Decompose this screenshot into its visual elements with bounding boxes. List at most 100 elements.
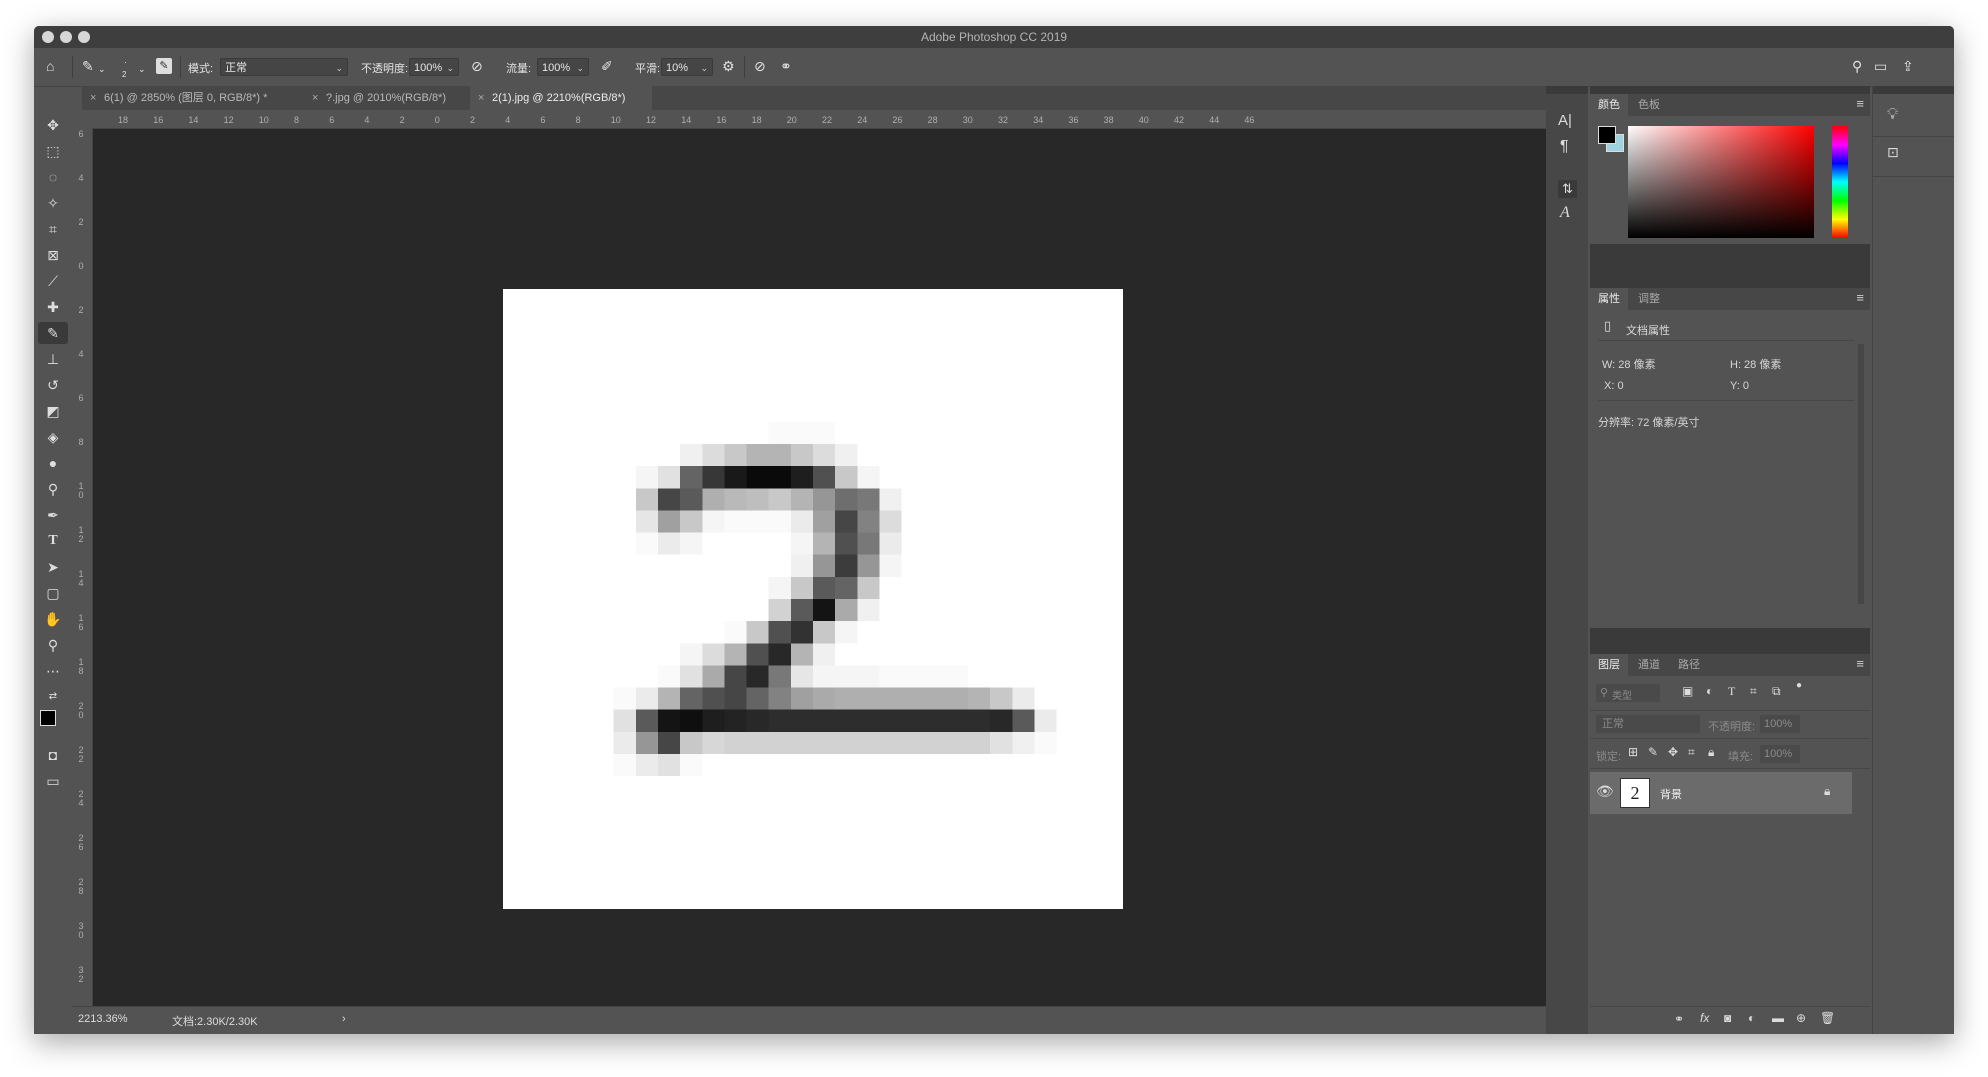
move-tool-icon[interactable]: ✥	[38, 114, 68, 136]
smoothing-field[interactable]: 10% ⌄	[661, 58, 713, 76]
blend-mode-select[interactable]: 正常	[1596, 715, 1700, 733]
panel-menu-icon[interactable]: ≡	[1856, 290, 1864, 305]
fill-field[interactable]: 100%	[1760, 745, 1800, 763]
filter-adjustment-icon[interactable]: ◐	[1706, 684, 1713, 698]
filter-pixel-icon[interactable]: ▣	[1682, 684, 1693, 698]
layer-row[interactable]: 👁︎ 2 背景 🔒︎	[1590, 772, 1852, 814]
document-canvas[interactable]	[503, 289, 1123, 909]
dodge-tool-icon[interactable]: ⚲	[38, 478, 68, 500]
foreground-color-swatch[interactable]	[40, 710, 56, 726]
filter-smart-object-icon[interactable]: ⧉	[1772, 684, 1781, 699]
status-menu-arrow[interactable]: ›	[342, 1013, 346, 1025]
canvas-area[interactable]	[93, 129, 1570, 1006]
new-layer-icon[interactable]: ⊕	[1796, 1011, 1806, 1025]
brush-settings-panel-icon[interactable]: ✎	[156, 58, 172, 74]
scrollbar[interactable]	[1858, 344, 1864, 604]
quick-mask-icon[interactable]: ◘	[38, 744, 68, 766]
lightbulb-icon[interactable]: 💡︎	[1887, 106, 1898, 124]
layer-filter-select[interactable]: ⚲ 类型	[1596, 684, 1660, 702]
lock-artboard-icon[interactable]: ⌗	[1688, 745, 1695, 760]
home-icon[interactable]: ⌂	[46, 58, 54, 74]
type-tool-icon[interactable]: T	[38, 530, 68, 552]
healing-brush-tool-icon[interactable]: ✚	[38, 296, 68, 318]
eyedropper-tool-icon[interactable]: ⟋	[38, 270, 68, 292]
magic-wand-tool-icon[interactable]: ✧	[38, 192, 68, 214]
lock-all-icon[interactable]: 🔒︎	[1708, 745, 1714, 760]
color-picker-field[interactable]	[1628, 126, 1814, 238]
height-value[interactable]: H: 28 像素	[1730, 356, 1781, 372]
search-icon[interactable]: ⚲	[1852, 58, 1862, 74]
link-layers-icon[interactable]: ⚭	[1674, 1012, 1684, 1026]
shape-tool-icon[interactable]: ▢	[38, 582, 68, 604]
tab-properties[interactable]: 属性	[1590, 288, 1628, 310]
brush-tool-icon[interactable]: ✎	[38, 322, 68, 344]
character-styles-icon[interactable]: A	[1560, 204, 1570, 222]
lock-icon[interactable]: 🔒︎	[1824, 784, 1830, 799]
filter-type-icon[interactable]: T	[1728, 684, 1735, 699]
paint-bucket-tool-icon[interactable]: ◈	[38, 426, 68, 448]
path-selection-tool-icon[interactable]: ➤	[38, 556, 68, 578]
symmetry-icon[interactable]: ⚭	[780, 58, 792, 74]
document-tab-active[interactable]: × 2(1).jpg @ 2210%(RGB/8*)	[470, 86, 652, 110]
document-tab[interactable]: × ?.jpg @ 2010%(RGB/8*)	[304, 86, 470, 110]
adjustment-layer-icon[interactable]: ◐	[1748, 1011, 1755, 1025]
collapse-bar[interactable]	[1873, 86, 1954, 94]
filter-toggle-icon[interactable]: ●	[1796, 680, 1802, 691]
lock-position-icon[interactable]: ✥	[1668, 745, 1678, 759]
chevron-down-icon[interactable]: ⌄	[98, 61, 106, 77]
lock-transparent-icon[interactable]: ⊞	[1628, 745, 1638, 759]
lock-pixels-icon[interactable]: ✎	[1648, 745, 1658, 759]
opacity-field[interactable]: 100% ⌄	[409, 58, 459, 76]
airbrush-icon[interactable]: ✐	[601, 58, 613, 74]
collapse-bar[interactable]	[1590, 86, 1870, 94]
close-icon[interactable]: ×	[478, 86, 484, 110]
foreground-color-swatch[interactable]	[1598, 126, 1616, 144]
blur-tool-icon[interactable]: ●	[38, 452, 68, 474]
brush-size-dot-icon[interactable]: ·	[124, 54, 127, 70]
share-icon[interactable]: ⇪	[1902, 58, 1914, 74]
close-icon[interactable]: ×	[90, 86, 96, 110]
tab-layers[interactable]: 图层	[1590, 654, 1628, 676]
width-value[interactable]: W: 28 像素	[1602, 356, 1656, 372]
add-mask-icon[interactable]: ◙	[1724, 1011, 1731, 1025]
collapse-bar[interactable]	[1546, 86, 1588, 94]
tab-adjustments[interactable]: 调整	[1630, 288, 1668, 310]
layer-thumbnail[interactable]: 2	[1620, 778, 1650, 808]
crop-tool-icon[interactable]: ⌗	[38, 218, 68, 240]
layer-opacity-field[interactable]: 100%	[1760, 715, 1800, 733]
chevron-down-icon[interactable]: ⌄	[138, 61, 146, 77]
fx-icon[interactable]: fx	[1700, 1011, 1709, 1025]
character-icon[interactable]: A|	[1558, 112, 1572, 129]
layer-name[interactable]: 背景	[1660, 786, 1682, 802]
workspace-icon[interactable]: ▭	[1874, 58, 1887, 74]
tab-swatches[interactable]: 色板	[1630, 94, 1668, 116]
lasso-tool-icon[interactable]: ◌	[38, 166, 68, 188]
trash-icon[interactable]: 🗑︎	[1820, 1011, 1835, 1025]
panel-menu-icon[interactable]: ≡	[1856, 96, 1864, 111]
screen-mode-icon[interactable]: ▭	[38, 770, 68, 792]
tab-paths[interactable]: 路径	[1670, 654, 1708, 676]
glyphs-icon[interactable]: ⇅	[1558, 180, 1577, 198]
pressure-size-icon[interactable]: ⊘	[754, 58, 766, 74]
more-tools-icon[interactable]: ⋯	[38, 660, 68, 682]
filter-shape-icon[interactable]: ⌗	[1750, 684, 1757, 699]
x-value[interactable]: X: 0	[1604, 380, 1624, 392]
zoom-tool-icon[interactable]: ⚲	[38, 634, 68, 656]
libraries-icon[interactable]: ⊡	[1887, 144, 1899, 161]
swap-colors-icon[interactable]: ⇄	[38, 686, 68, 708]
eye-icon[interactable]: 👁︎	[1596, 783, 1614, 800]
close-icon[interactable]: ×	[312, 86, 318, 110]
pressure-opacity-icon[interactable]: ⊘	[471, 58, 483, 74]
new-group-icon[interactable]: ▬	[1772, 1011, 1784, 1025]
history-brush-tool-icon[interactable]: ↺	[38, 374, 68, 396]
mode-select[interactable]: 正常 ⌄	[220, 58, 348, 76]
gear-icon[interactable]: ⚙	[722, 58, 735, 74]
y-value[interactable]: Y: 0	[1730, 380, 1749, 392]
paragraph-icon[interactable]: ¶	[1560, 138, 1569, 156]
hand-tool-icon[interactable]: ✋	[38, 608, 68, 630]
hue-slider[interactable]	[1832, 126, 1848, 238]
tab-channels[interactable]: 通道	[1630, 654, 1668, 676]
flow-field[interactable]: 100% ⌄	[537, 58, 589, 76]
panel-menu-icon[interactable]: ≡	[1856, 656, 1864, 671]
marquee-tool-icon[interactable]: ⬚	[38, 140, 68, 162]
